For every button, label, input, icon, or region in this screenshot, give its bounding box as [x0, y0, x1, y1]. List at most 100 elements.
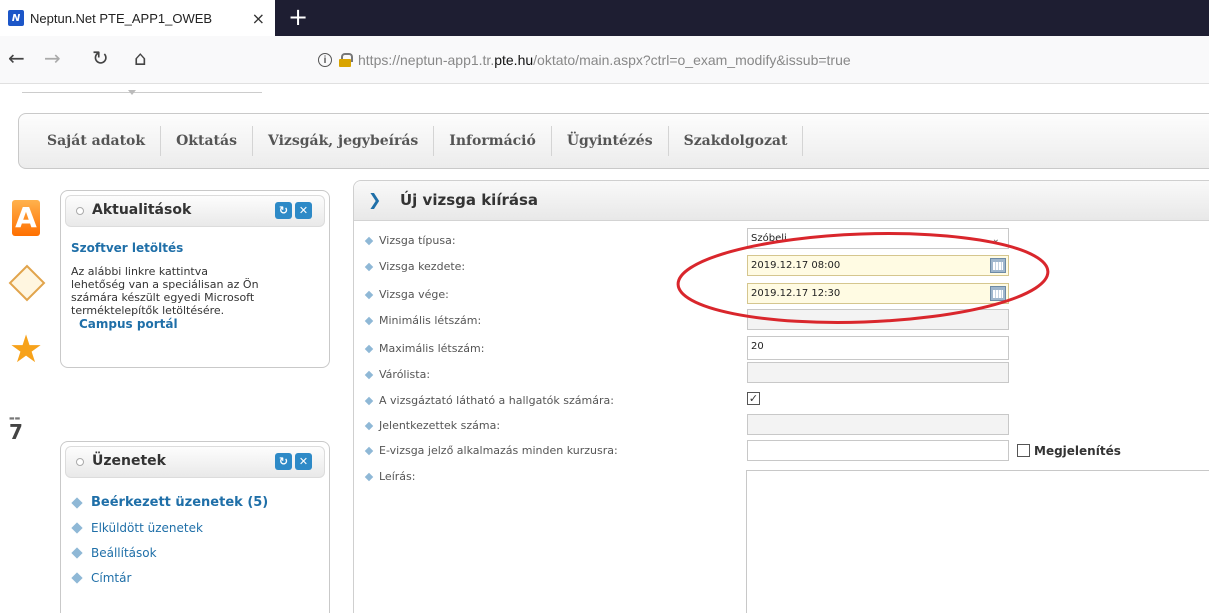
label-registered-count: Jelentkezettek száma: — [364, 419, 501, 432]
label-text: Maximális létszám: — [379, 342, 485, 355]
label-min-count: Minimális létszám: — [364, 314, 481, 327]
bullet-icon — [76, 458, 84, 466]
waitlist-field[interactable] — [747, 362, 1009, 383]
menu-item-informacio[interactable]: Információ — [434, 126, 552, 156]
megjelenites-label: Megjelenítés — [1034, 444, 1121, 458]
browser-tab[interactable]: N Neptun.Net PTE_APP1_OWEB × — [0, 0, 275, 36]
label-text: Vizsga vége: — [379, 288, 449, 301]
close-panel-icon[interactable]: ✕ — [295, 202, 312, 219]
tab-title: Neptun.Net PTE_APP1_OWEB — [30, 10, 213, 26]
star-icon[interactable]: ★ — [9, 330, 43, 368]
exam-start-field[interactable]: 2019.12.17 08:00 — [747, 255, 1009, 276]
label-waitlist: Várólista: — [364, 368, 431, 381]
label-text: Vizsga kezdete: — [379, 260, 466, 273]
menu-item-ugyintezes[interactable]: Ügyintézés — [552, 126, 669, 156]
chevron-down-icon[interactable] — [128, 90, 136, 95]
inbox-label: Beérkezett üzenetek (5) — [91, 495, 269, 510]
back-arrow-icon[interactable]: ← — [8, 46, 25, 70]
inbox-link[interactable]: Beérkezett üzenetek (5) — [71, 490, 329, 515]
campus-portal-link[interactable]: Campus portál — [79, 317, 319, 331]
menu-item-szakdolgozat[interactable]: Szakdolgozat — [669, 126, 804, 156]
close-panel-icon[interactable]: ✕ — [295, 453, 312, 470]
news-a-icon[interactable]: A — [12, 200, 40, 236]
directory-label: Címtár — [91, 570, 132, 585]
page-title: Új vizsga kiírása — [400, 191, 539, 209]
refresh-icon[interactable]: ↻ — [275, 202, 292, 219]
diamond-bullet-icon — [364, 236, 374, 245]
max-count-field[interactable]: 20 — [747, 336, 1009, 360]
top-divider — [22, 92, 262, 106]
url-path: /oktato/main.aspx?ctrl=o_exam_modify&iss… — [533, 52, 851, 68]
browser-tab-bar: N Neptun.Net PTE_APP1_OWEB × + — [0, 0, 1209, 36]
diamond-bullet-icon — [71, 521, 83, 534]
news-text-line: számára készült egyedi Microsoft — [71, 291, 255, 304]
page-top-strip — [0, 84, 1209, 106]
label-text: Vizsga típusa: — [379, 234, 456, 247]
directory-link[interactable]: Címtár — [71, 565, 329, 590]
diamond-bullet-icon — [71, 571, 83, 584]
megjelenites-checkbox[interactable] — [1017, 444, 1030, 457]
label-text: E-vizsga jelző alkalmazás minden kurzusr… — [379, 444, 618, 457]
settings-label: Beállítások — [91, 545, 157, 560]
registered-count-field — [747, 414, 1009, 435]
diamond-bullet-icon — [364, 370, 374, 379]
calendar-icon-number: 7 — [9, 420, 23, 444]
label-text: Várólista: — [379, 368, 431, 381]
forward-arrow-icon[interactable]: → — [44, 46, 61, 70]
news-panel-header: Aktualitások ↻ ✕ — [65, 195, 325, 227]
calendar-icon[interactable]: ▬▬ 7 — [9, 415, 39, 442]
exam-type-value: Szóbeli — [751, 233, 787, 244]
new-tab-button[interactable]: + — [284, 4, 312, 32]
min-count-field[interactable] — [747, 309, 1009, 330]
label-exam-end: Vizsga vége: — [364, 288, 449, 301]
refresh-icon[interactable]: ↻ — [275, 453, 292, 470]
examiner-visible-checkbox[interactable]: ✓ — [747, 392, 760, 405]
messages-panel-header: Üzenetek ↻ ✕ — [65, 446, 325, 478]
mail-icon[interactable] — [8, 264, 46, 302]
messages-panel-title: Üzenetek — [92, 453, 166, 469]
e-exam-field[interactable] — [747, 440, 1009, 461]
max-count-value: 20 — [751, 341, 764, 352]
label-text: Leírás: — [379, 470, 416, 483]
menu-item-oktatas[interactable]: Oktatás — [161, 126, 253, 156]
label-exam-type: Vizsga típusa: — [364, 234, 456, 247]
neptun-favicon-icon: N — [8, 10, 24, 26]
close-tab-icon[interactable]: × — [252, 9, 265, 28]
reload-icon[interactable]: ↻ — [92, 46, 109, 70]
label-max-count: Maximális létszám: — [364, 342, 485, 355]
menu-item-vizsgak[interactable]: Vizsgák, jegybeírás — [253, 126, 435, 156]
sent-link[interactable]: Elküldött üzenetek — [71, 515, 329, 540]
news-panel-body: Szoftver letöltés Az alábbi linkre katti… — [61, 231, 329, 331]
new-exam-header: ❯ Új vizsga kiírása — [354, 181, 1209, 221]
news-text-line: terméktelepítők letöltésére. — [71, 304, 225, 317]
browser-nav-bar: ← → ↻ ⌂ i https://neptun-app1.tr. pte.hu /… — [0, 36, 1209, 84]
label-text: Jelentkezettek száma: — [379, 419, 501, 432]
messages-list: Beérkezett üzenetek (5) Elküldött üzenet… — [61, 482, 329, 590]
menu-item-sajat-adatok[interactable]: Saját adatok — [19, 126, 162, 156]
label-examiner-visible: A vizsgáztató látható a hallgatók számár… — [364, 394, 614, 407]
lock-warning-icon[interactable] — [338, 53, 353, 67]
bullet-icon — [76, 207, 84, 215]
diamond-bullet-icon — [71, 496, 83, 509]
main-menu: Saját adatok Oktatás Vizsgák, jegybeírás… — [18, 113, 1209, 169]
diamond-bullet-icon — [364, 446, 374, 455]
calendar-picker-icon[interactable] — [990, 258, 1006, 273]
side-icon-bar: A ★ ▬▬ 7 — [6, 190, 46, 490]
settings-link[interactable]: Beállítások — [71, 540, 329, 565]
software-download-link[interactable]: Szoftver letöltés — [71, 241, 319, 255]
description-textarea[interactable] — [746, 470, 1209, 613]
diamond-bullet-icon — [364, 396, 374, 405]
exam-end-field[interactable]: 2019.12.17 12:30 — [747, 283, 1009, 304]
calendar-picker-icon[interactable] — [990, 286, 1006, 301]
home-icon[interactable]: ⌂ — [134, 46, 147, 70]
info-icon[interactable]: i — [318, 53, 332, 67]
chevron-right-icon: ❯ — [368, 190, 382, 209]
diamond-bullet-icon — [364, 472, 374, 481]
messages-panel: Üzenetek ↻ ✕ Beérkezett üzenetek (5) Elk… — [60, 441, 330, 613]
exam-type-select[interactable]: Szóbeli ⌄ — [747, 228, 1009, 249]
address-bar[interactable]: i https://neptun-app1.tr. pte.hu/oktato/m… — [318, 44, 1208, 76]
news-panel-title: Aktualitások — [92, 202, 192, 218]
diamond-bullet-icon — [364, 290, 374, 299]
news-text-line: lehetőség van a speciálisan az Ön — [71, 278, 259, 291]
news-panel: Aktualitások ↻ ✕ Szoftver letöltés Az al… — [60, 190, 330, 368]
